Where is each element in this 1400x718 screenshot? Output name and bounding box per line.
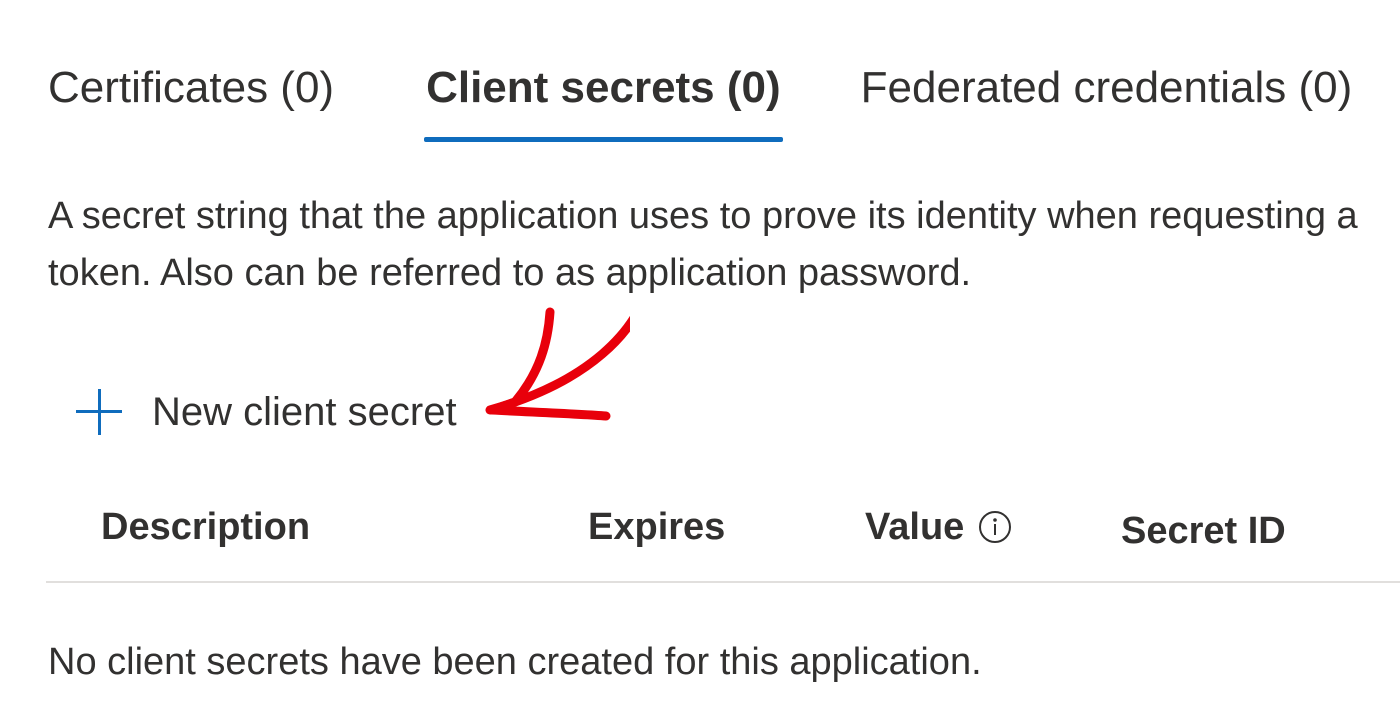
column-header-description: Description	[101, 506, 311, 548]
client-secrets-page: Certificates (0) Client secrets (0) Fede…	[0, 0, 1400, 718]
credentials-tabs: Certificates (0) Client secrets (0) Fede…	[48, 56, 1352, 142]
column-header-value: Value	[865, 500, 1012, 554]
info-icon[interactable]	[978, 510, 1012, 544]
tab-client-secrets[interactable]: Client secrets (0)	[424, 56, 783, 142]
empty-state-message: No client secrets have been created for …	[48, 641, 982, 683]
new-client-secret-button[interactable]: New client secret	[72, 380, 457, 444]
tab-certificates[interactable]: Certificates (0)	[48, 56, 334, 142]
table-header-divider	[46, 581, 1400, 583]
tab-federated-credentials[interactable]: Federated credentials (0)	[861, 56, 1353, 142]
new-client-secret-label: New client secret	[152, 389, 457, 434]
plus-icon	[72, 385, 126, 439]
column-header-value-label: Value	[865, 506, 965, 548]
client-secrets-description: A secret string that the application use…	[48, 195, 1358, 294]
column-header-expires: Expires	[588, 506, 726, 548]
column-header-secret-id: Secret ID	[1121, 510, 1286, 552]
